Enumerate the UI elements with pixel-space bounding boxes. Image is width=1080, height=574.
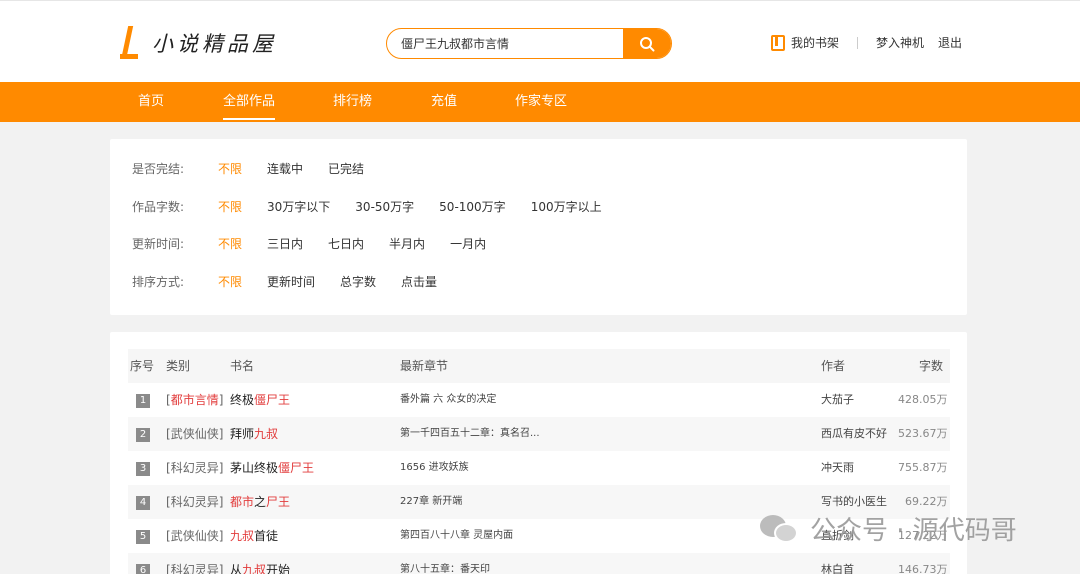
filter-option[interactable]: 七日内 — [328, 235, 364, 252]
word-count: 523.67万 — [898, 427, 948, 440]
filter-option[interactable]: 50-100万字 — [439, 198, 506, 215]
category[interactable]: [科幻灵异] — [166, 553, 223, 574]
category[interactable]: [武侠仙侠] — [166, 519, 223, 553]
logout-link[interactable]: 退出 — [938, 34, 962, 51]
wechat-icon — [760, 513, 800, 545]
filter-option[interactable]: 总字数 — [340, 273, 376, 290]
col-words: 字数 — [919, 359, 944, 373]
table-row[interactable]: 1 [都市言情] 终极僵尸王 番外篇 六 众女的决定 大茄子 428.05万 — [128, 383, 950, 417]
filter-option[interactable]: 不限 — [218, 198, 242, 215]
username-link[interactable]: 梦入神机 — [876, 34, 924, 51]
filter-option[interactable]: 已完结 — [328, 160, 364, 177]
filter-row-wordcount: 作品字数: 不限 30万字以下 30-50万字 50-100万字 100万字以上 — [132, 196, 627, 216]
filter-option[interactable]: 点击量 — [401, 273, 437, 290]
book-title[interactable]: 终极僵尸王 — [230, 383, 290, 417]
nav-ranking[interactable]: 排行榜 — [333, 82, 372, 122]
nav-recharge[interactable]: 充值 — [431, 82, 457, 122]
book-title[interactable]: 都市之尸王 — [230, 485, 290, 519]
search-button[interactable] — [623, 29, 671, 58]
rank-badge: 3 — [136, 462, 150, 476]
word-count: 755.87万 — [898, 461, 948, 474]
search-icon — [640, 36, 655, 51]
site-header: 小说精品屋 我的书架 梦入神机 退出 — [0, 0, 1080, 82]
filter-label: 更新时间: — [132, 236, 185, 251]
filter-option[interactable]: 一月内 — [450, 235, 486, 252]
col-chapter: 最新章节 — [400, 359, 449, 373]
main-nav: 首页 全部作品 排行榜 充值 作家专区 — [0, 82, 1080, 122]
filter-option[interactable]: 连载中 — [267, 160, 303, 177]
latest-chapter[interactable]: 1656 进攻妖族 — [400, 451, 469, 485]
col-num: 序号 — [130, 359, 155, 373]
search-input[interactable] — [387, 29, 623, 58]
word-count: 146.73万 — [898, 563, 948, 574]
nav-home[interactable]: 首页 — [138, 82, 164, 122]
filter-row-status: 是否完结: 不限 连载中 已完结 — [132, 158, 389, 178]
book-title[interactable]: 九叔首徒 — [230, 519, 278, 553]
book-title[interactable]: 茅山终极僵尸王 — [230, 451, 314, 485]
filter-option[interactable]: 30万字以下 — [267, 198, 330, 215]
filter-label: 排序方式: — [132, 274, 185, 289]
col-author: 作者 — [821, 359, 846, 373]
nav-all-works[interactable]: 全部作品 — [223, 82, 276, 122]
category[interactable]: [科幻灵异] — [166, 485, 223, 519]
filter-label: 作品字数: — [132, 199, 185, 214]
filter-label: 是否完结: — [132, 161, 185, 176]
table-row[interactable]: 6 [科幻灵异] 从九叔开始 第八十五章：番天印 林白首 146.73万 — [128, 553, 950, 574]
filter-option[interactable]: 不限 — [218, 160, 242, 177]
site-logo[interactable]: 小说精品屋 — [118, 23, 277, 63]
col-name: 书名 — [230, 359, 255, 373]
category[interactable]: [武侠仙侠] — [166, 417, 223, 451]
book-title[interactable]: 从九叔开始 — [230, 553, 290, 574]
latest-chapter[interactable]: 番外篇 六 众女的决定 — [400, 383, 496, 417]
col-category: 类别 — [166, 359, 191, 373]
divider — [857, 36, 859, 49]
author[interactable]: 大茄子 — [821, 383, 854, 417]
rank-badge: 6 — [136, 564, 150, 574]
rank-badge: 1 — [136, 394, 150, 408]
table-row[interactable]: 2 [武侠仙侠] 拜师九叔 第一千四百五十二章：真名召... 西瓜有皮不好 52… — [128, 417, 950, 451]
watermark: 公众号 · 源代码哥 — [760, 510, 1017, 547]
table-row[interactable]: 3 [科幻灵异] 茅山终极僵尸王 1656 进攻妖族 冲天雨 755.87万 — [128, 451, 950, 485]
latest-chapter[interactable]: 227章 新开端 — [400, 485, 462, 519]
filter-panel: 是否完结: 不限 连载中 已完结 作品字数: 不限 30万字以下 30-50万字… — [110, 139, 967, 315]
rank-badge: 4 — [136, 496, 150, 510]
author[interactable]: 林白首 — [821, 553, 854, 574]
category[interactable]: [科幻灵异] — [166, 451, 223, 485]
user-area: 我的书架 梦入神机 退出 — [771, 34, 962, 51]
bookshelf-link[interactable]: 我的书架 — [771, 34, 839, 51]
nav-author-zone[interactable]: 作家专区 — [515, 82, 567, 122]
rank-badge: 5 — [136, 530, 150, 544]
filter-option[interactable]: 100万字以上 — [531, 198, 602, 215]
search-box — [386, 28, 672, 59]
filter-option[interactable]: 30-50万字 — [355, 198, 414, 215]
author[interactable]: 西瓜有皮不好 — [821, 417, 887, 451]
author[interactable]: 冲天雨 — [821, 451, 854, 485]
word-count: 428.05万 — [898, 393, 948, 406]
logo-icon — [118, 24, 140, 62]
site-name: 小说精品屋 — [152, 32, 277, 56]
filter-option[interactable]: 不限 — [218, 273, 242, 290]
filter-option[interactable]: 半月内 — [389, 235, 425, 252]
filter-row-sort: 排序方式: 不限 更新时间 总字数 点击量 — [132, 271, 462, 291]
filter-row-updated: 更新时间: 不限 三日内 七日内 半月内 一月内 — [132, 233, 511, 253]
latest-chapter[interactable]: 第四百八十八章 灵屋内面 — [400, 519, 513, 553]
filter-option[interactable]: 三日内 — [267, 235, 303, 252]
rank-badge: 2 — [136, 428, 150, 442]
filter-option[interactable]: 不限 — [218, 235, 242, 252]
bookshelf-icon — [771, 34, 785, 51]
latest-chapter[interactable]: 第八十五章：番天印 — [400, 553, 490, 574]
watermark-text: 公众号 · 源代码哥 — [810, 516, 1017, 546]
latest-chapter[interactable]: 第一千四百五十二章：真名召... — [400, 417, 540, 451]
category[interactable]: [都市言情] — [166, 383, 223, 417]
book-title[interactable]: 拜师九叔 — [230, 417, 278, 451]
bookshelf-label: 我的书架 — [791, 36, 840, 50]
table-header: 序号 类别 书名 最新章节 作者 字数 — [128, 349, 950, 383]
filter-option[interactable]: 更新时间 — [267, 273, 315, 290]
